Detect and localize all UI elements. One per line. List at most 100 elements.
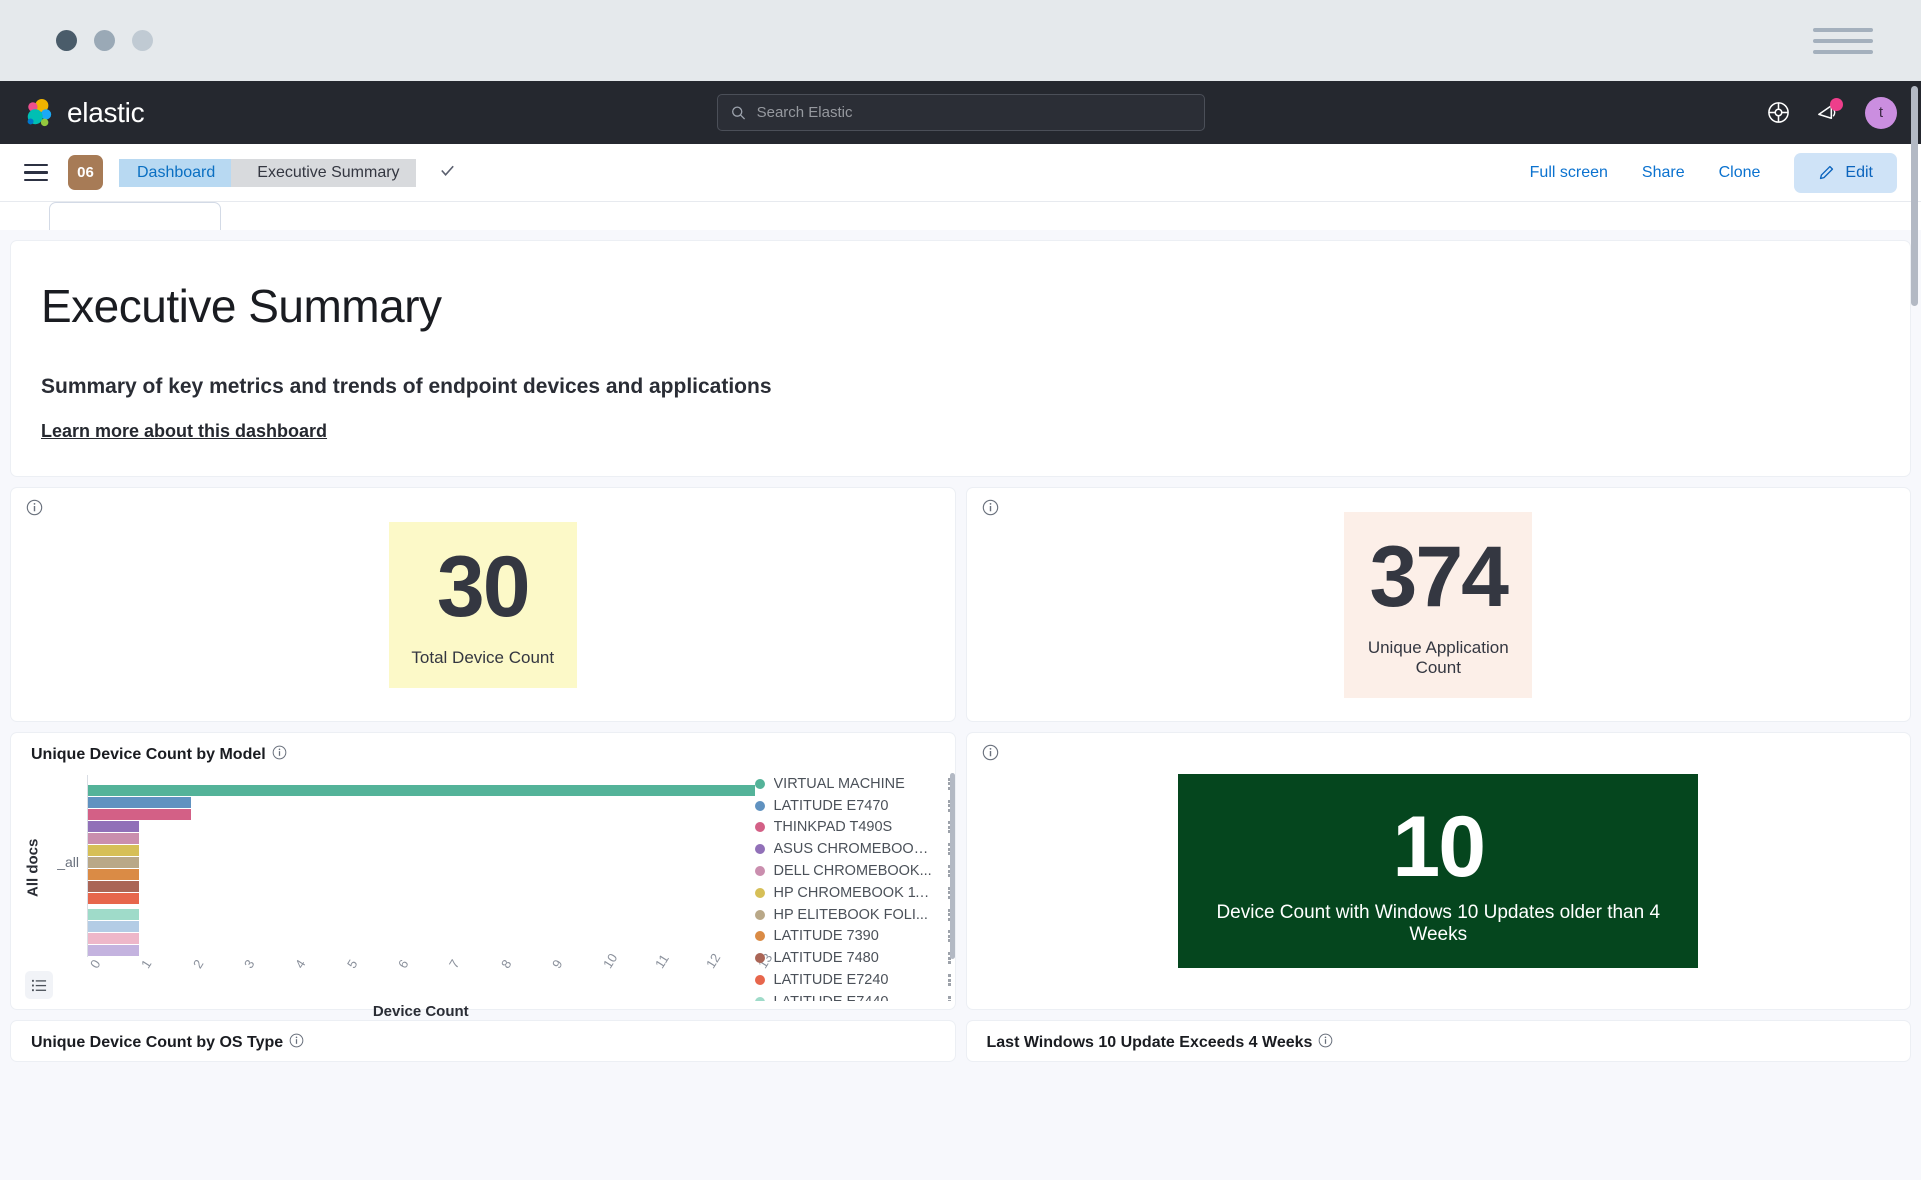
close-window-button[interactable] xyxy=(56,30,77,51)
total-device-count-tile[interactable]: 30 Total Device Count xyxy=(388,521,577,688)
bar[interactable] xyxy=(88,821,140,832)
legend-color-dot xyxy=(754,844,765,855)
legend-scrollbar[interactable] xyxy=(949,773,955,959)
legend-item[interactable]: HP ELITEBOOK FOLI... xyxy=(754,904,955,926)
info-circle-icon[interactable] xyxy=(1318,1033,1333,1053)
legend-list-icon[interactable] xyxy=(25,971,53,999)
stale-windows-updates-tile[interactable]: 10 Device Count with Windows 10 Updates … xyxy=(1178,774,1699,968)
info-circle-icon[interactable] xyxy=(982,744,999,761)
x-axis-tick: 3 xyxy=(241,956,258,971)
legend-item[interactable]: THINKPAD T490S xyxy=(754,817,955,839)
legend-label: LATITUDE 7480 xyxy=(773,950,879,967)
browser-menu-icon[interactable] xyxy=(1813,27,1873,54)
check-icon[interactable] xyxy=(438,161,457,185)
clone-button[interactable]: Clone xyxy=(1719,164,1761,182)
bar[interactable] xyxy=(88,785,755,796)
help-circle-icon[interactable] xyxy=(1767,101,1790,124)
x-axis: 0 1 2 3 4 5 6 7 8 9 10 11 12 13 xyxy=(87,951,775,989)
search-input[interactable] xyxy=(756,104,1191,121)
panel-title: Unique Device Count by OS Type xyxy=(11,1021,955,1053)
unique-application-count-tile[interactable]: 374 Unique Application Count xyxy=(1344,511,1533,698)
y-axis-tick: _all xyxy=(57,854,79,870)
bar[interactable] xyxy=(88,869,140,880)
info-circle-icon[interactable] xyxy=(272,745,287,765)
x-axis-tick: 0 xyxy=(87,956,104,971)
dashboard-header-panel: Executive Summary Summary of key metrics… xyxy=(10,240,1911,477)
dashboard-canvas: Executive Summary Summary of key metrics… xyxy=(0,230,1921,1180)
bar[interactable] xyxy=(88,921,140,932)
bar[interactable] xyxy=(88,909,140,920)
bar[interactable] xyxy=(88,845,140,856)
page-subtitle: Summary of key metrics and trends of end… xyxy=(41,375,772,398)
global-search[interactable] xyxy=(716,94,1205,131)
legend-label: LATITUDE E7440 xyxy=(774,994,935,1001)
os-chart-clipped: Windo xyxy=(11,1053,955,1061)
legend-item[interactable]: VIRTUAL MACHINE xyxy=(754,773,955,795)
minimize-window-button[interactable] xyxy=(94,30,115,51)
share-button[interactable]: Share xyxy=(1642,164,1685,182)
info-circle-icon[interactable] xyxy=(289,1033,304,1053)
bar[interactable] xyxy=(88,933,140,944)
megaphone-icon[interactable] xyxy=(1816,98,1843,124)
total-device-count-label: Total Device Count xyxy=(411,647,555,667)
legend-item[interactable]: LATITUDE 7390 xyxy=(754,926,955,948)
legend-color-dot xyxy=(754,887,765,898)
legend-label: LATITUDE E7240 xyxy=(773,972,889,989)
window-controls xyxy=(56,30,153,51)
legend-item[interactable]: ASUS CHROMEBOOK... xyxy=(754,838,955,860)
x-axis-tick: 9 xyxy=(549,956,566,971)
legend-item[interactable]: LATITUDE E7470 xyxy=(754,795,955,817)
x-axis-title: Device Count xyxy=(372,1003,469,1020)
space-badge[interactable]: 06 xyxy=(68,155,103,190)
bar[interactable] xyxy=(88,893,140,904)
legend-actions-icon[interactable] xyxy=(944,995,955,1001)
total-device-count-value: 30 xyxy=(436,538,531,635)
page-title: Executive Summary xyxy=(41,280,442,332)
dashboard-toolbar: 06 Dashboard Executive Summary Full scre… xyxy=(0,144,1921,202)
avatar[interactable]: t xyxy=(1865,96,1897,129)
chart-legend: VIRTUAL MACHINE LATITUDE E7470 THINKPAD T4… xyxy=(754,765,955,1001)
bar[interactable] xyxy=(88,809,191,820)
legend-label: HP ELITEBOOK FOLI... xyxy=(773,906,928,923)
total-device-count-panel: 30 Total Device Count xyxy=(10,487,956,722)
x-axis-tick: 6 xyxy=(395,956,412,971)
bar-chart: All docs _all 0 1 2 3 4 5 6 7 8 9 10 11 12 13 Device … xyxy=(11,765,955,1020)
legend-label: LATITUDE 7390 xyxy=(773,928,879,945)
filter-bar-clipped xyxy=(0,202,1921,230)
bar[interactable] xyxy=(88,881,140,892)
charts-row: Unique Device Count by Model All docs _a… xyxy=(0,732,1921,1020)
bar[interactable] xyxy=(88,945,140,956)
elastic-logo[interactable]: elastic xyxy=(24,97,145,129)
full-screen-button[interactable]: Full screen xyxy=(1530,164,1608,182)
bar[interactable] xyxy=(88,797,191,808)
metrics-row: 30 Total Device Count 374 Unique Applica… xyxy=(0,487,1921,722)
window-title-bar xyxy=(0,0,1921,81)
learn-more-link[interactable]: Learn more about this dashboard xyxy=(41,421,327,442)
legend-item[interactable]: LATITUDE E7440 xyxy=(754,991,955,1001)
legend-item[interactable]: HP CHROMEBOOK 11... xyxy=(754,882,955,904)
bar[interactable] xyxy=(88,833,140,844)
breadcrumb-executive-summary[interactable]: Executive Summary xyxy=(231,158,416,187)
legend-color-dot xyxy=(754,822,765,833)
page-scrollbar[interactable] xyxy=(1911,86,1918,306)
legend-color-dot xyxy=(754,953,765,964)
stale-windows-updates-value: 10 xyxy=(1392,799,1486,895)
breadcrumb-dashboard[interactable]: Dashboard xyxy=(119,158,245,187)
maximize-window-button[interactable] xyxy=(132,30,153,51)
nav-menu-icon[interactable] xyxy=(24,163,48,182)
bar[interactable] xyxy=(88,857,140,868)
legend-item[interactable]: LATITUDE 7480 xyxy=(754,947,955,969)
edit-button[interactable]: Edit xyxy=(1794,152,1897,193)
panel-title-text: Unique Device Count by OS Type xyxy=(31,1034,284,1051)
x-axis-tick: 2 xyxy=(189,956,207,971)
legend-actions-icon[interactable] xyxy=(944,974,955,987)
x-axis-tick: 7 xyxy=(446,956,463,971)
unique-application-count-label: Unique Application Count xyxy=(1367,637,1509,677)
legend-item[interactable]: LATITUDE E7240 xyxy=(754,969,955,991)
legend-item[interactable]: DELL CHROMEBOOK... xyxy=(754,860,955,882)
breadcrumb: Dashboard Executive Summary xyxy=(119,158,416,187)
info-circle-icon[interactable] xyxy=(982,499,999,516)
filter-control[interactable] xyxy=(49,202,221,230)
stale-windows-updates-label: Device Count with Windows 10 Updates old… xyxy=(1216,902,1661,945)
info-circle-icon[interactable] xyxy=(26,499,43,516)
